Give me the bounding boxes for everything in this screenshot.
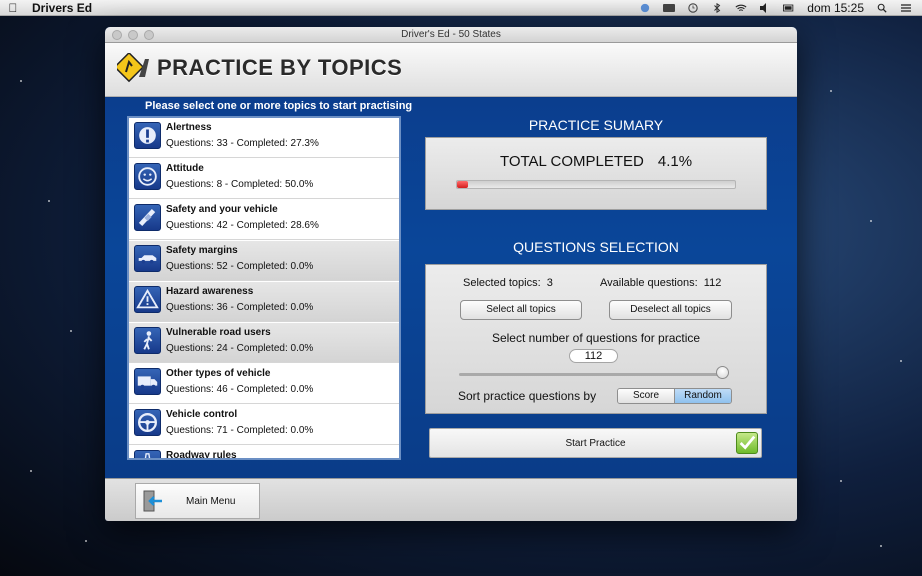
available-questions-value: 112 [703,277,722,289]
question-count-slider-knob[interactable] [716,366,729,379]
bluetooth-icon[interactable] [711,3,723,13]
topic-item-roadway-rules[interactable]: Roadway rules [129,446,399,460]
spotlight-icon[interactable] [876,3,888,13]
topic-name: Vehicle control [166,409,238,420]
topic-item-alertness[interactable]: Alertness Questions: 33 - Completed: 27.… [129,118,399,158]
battery-icon[interactable] [783,3,795,13]
topic-stats: Questions: 8 - Completed: 50.0% [166,179,314,190]
total-completed-value: 4.1% [657,153,693,170]
close-window-button[interactable] [112,30,122,40]
truck-icon [134,368,161,395]
topic-name: Vulnerable road users [166,327,271,338]
sort-by-random-option[interactable]: Random [674,389,731,403]
available-questions-label: Available questions: [600,277,698,289]
seatbelt-icon [134,204,161,231]
menu-extras: dom 15:25 [639,0,912,16]
app-window: Driver's Ed - 50 States PRACTICE BY TOPI… [105,27,797,521]
steering-wheel-icon [134,409,161,436]
car-icon [134,245,161,272]
selected-topics-label: Selected topics: [463,277,541,289]
selected-topics-count: Selected topics: 3 [463,277,553,289]
window-titlebar[interactable]: Driver's Ed - 50 States [105,27,797,43]
time-machine-icon[interactable] [687,3,699,13]
topic-stats: Questions: 36 - Completed: 0.0% [166,302,314,313]
topic-item-attitude[interactable]: Attitude Questions: 8 - Completed: 50.0% [129,159,399,199]
main-menu-button[interactable]: Main Menu [135,483,260,519]
window-title: Driver's Ed - 50 States [401,29,501,40]
road-icon [134,450,161,458]
warning-triangle-icon [134,286,161,313]
deselect-all-topics-button[interactable]: Deselect all topics [609,300,732,320]
app-menu-name[interactable]: Drivers Ed [32,1,92,15]
completion-progress-fill [457,181,469,188]
exclamation-icon [134,122,161,149]
topic-name: Hazard awareness [166,286,254,297]
topic-stats: Questions: 52 - Completed: 0.0% [166,261,314,272]
main-menu-label: Main Menu [186,496,236,507]
volume-icon[interactable] [759,3,771,13]
window-controls [112,30,154,40]
sort-segmented-control[interactable]: Score Random [617,388,732,404]
page-title: PRACTICE BY TOPICS [157,55,403,80]
start-practice-label: Start Practice [565,438,626,449]
selection-title: QUESTIONS SELECTION [513,239,679,255]
topic-name: Alertness [166,122,212,133]
app-logo-icon [117,53,149,83]
question-count-field[interactable]: 112 [569,349,618,363]
available-questions-count: Available questions: 112 [600,277,721,289]
topic-item-hazard-awareness[interactable]: Hazard awareness Questions: 36 - Complet… [129,282,399,322]
topic-item-vehicle-control[interactable]: Vehicle control Questions: 71 - Complete… [129,405,399,445]
topic-stats: Questions: 42 - Completed: 28.6% [166,220,319,231]
keyboard-icon[interactable] [663,3,676,13]
topic-item-safety-vehicle[interactable]: Safety and your vehicle Questions: 42 - … [129,200,399,240]
pedestrian-icon [134,327,161,354]
topic-stats: Questions: 46 - Completed: 0.0% [166,384,314,395]
selected-topics-value: 3 [546,277,553,289]
topic-name: Attitude [166,163,204,174]
selection-panel: Selected topics: 3 Available questions: … [425,264,767,414]
topic-name: Safety and your vehicle [166,204,278,215]
notifications-icon[interactable] [900,3,912,13]
topic-item-vulnerable-road-users[interactable]: Vulnerable road users Questions: 24 - Co… [129,323,399,363]
wifi-icon[interactable] [735,3,747,13]
topic-item-other-vehicles[interactable]: Other types of vehicle Questions: 46 - C… [129,364,399,404]
checkmark-icon [736,432,758,454]
menu-bar:  Drivers Ed dom 15:25 [0,0,922,16]
main-content: Please select one or more topics to star… [105,98,797,478]
select-all-topics-button[interactable]: Select all topics [460,300,582,320]
menubar-clock[interactable]: dom 15:25 [807,1,864,15]
question-count-label: Select number of questions for practice [491,331,701,345]
topic-name: Other types of vehicle [166,368,271,379]
topic-name: Roadway rules [166,450,237,460]
total-completed-label: TOTAL COMPLETED [499,153,644,170]
zoom-window-button[interactable] [144,30,154,40]
total-completed: TOTAL COMPLETED 4.1% [426,153,766,170]
topic-list[interactable]: Alertness Questions: 33 - Completed: 27.… [127,116,401,460]
page-header: PRACTICE BY TOPICS [105,43,797,97]
footer-bar: Main Menu [105,478,797,521]
topic-item-safety-margins[interactable]: Safety margins Questions: 52 - Completed… [129,241,399,281]
topic-stats: Questions: 71 - Completed: 0.0% [166,425,314,436]
start-practice-button[interactable]: Start Practice [429,428,762,458]
question-count-slider[interactable] [459,373,725,376]
completion-progress-bar [456,180,736,189]
summary-panel: TOTAL COMPLETED 4.1% [425,137,767,210]
smiley-icon [134,163,161,190]
sync-icon[interactable] [639,3,651,13]
topic-name: Safety margins [166,245,238,256]
topic-stats: Questions: 24 - Completed: 0.0% [166,343,314,354]
sort-label: Sort practice questions by [458,389,597,403]
summary-title: PRACTICE SUMARY [528,117,664,133]
apple-menu-icon[interactable]:  [0,1,26,15]
exit-door-icon [143,490,162,512]
minimize-window-button[interactable] [128,30,138,40]
topic-stats: Questions: 33 - Completed: 27.3% [166,138,319,149]
topic-list-caption: Please select one or more topics to star… [145,100,413,112]
sort-by-score-option[interactable]: Score [618,389,674,403]
